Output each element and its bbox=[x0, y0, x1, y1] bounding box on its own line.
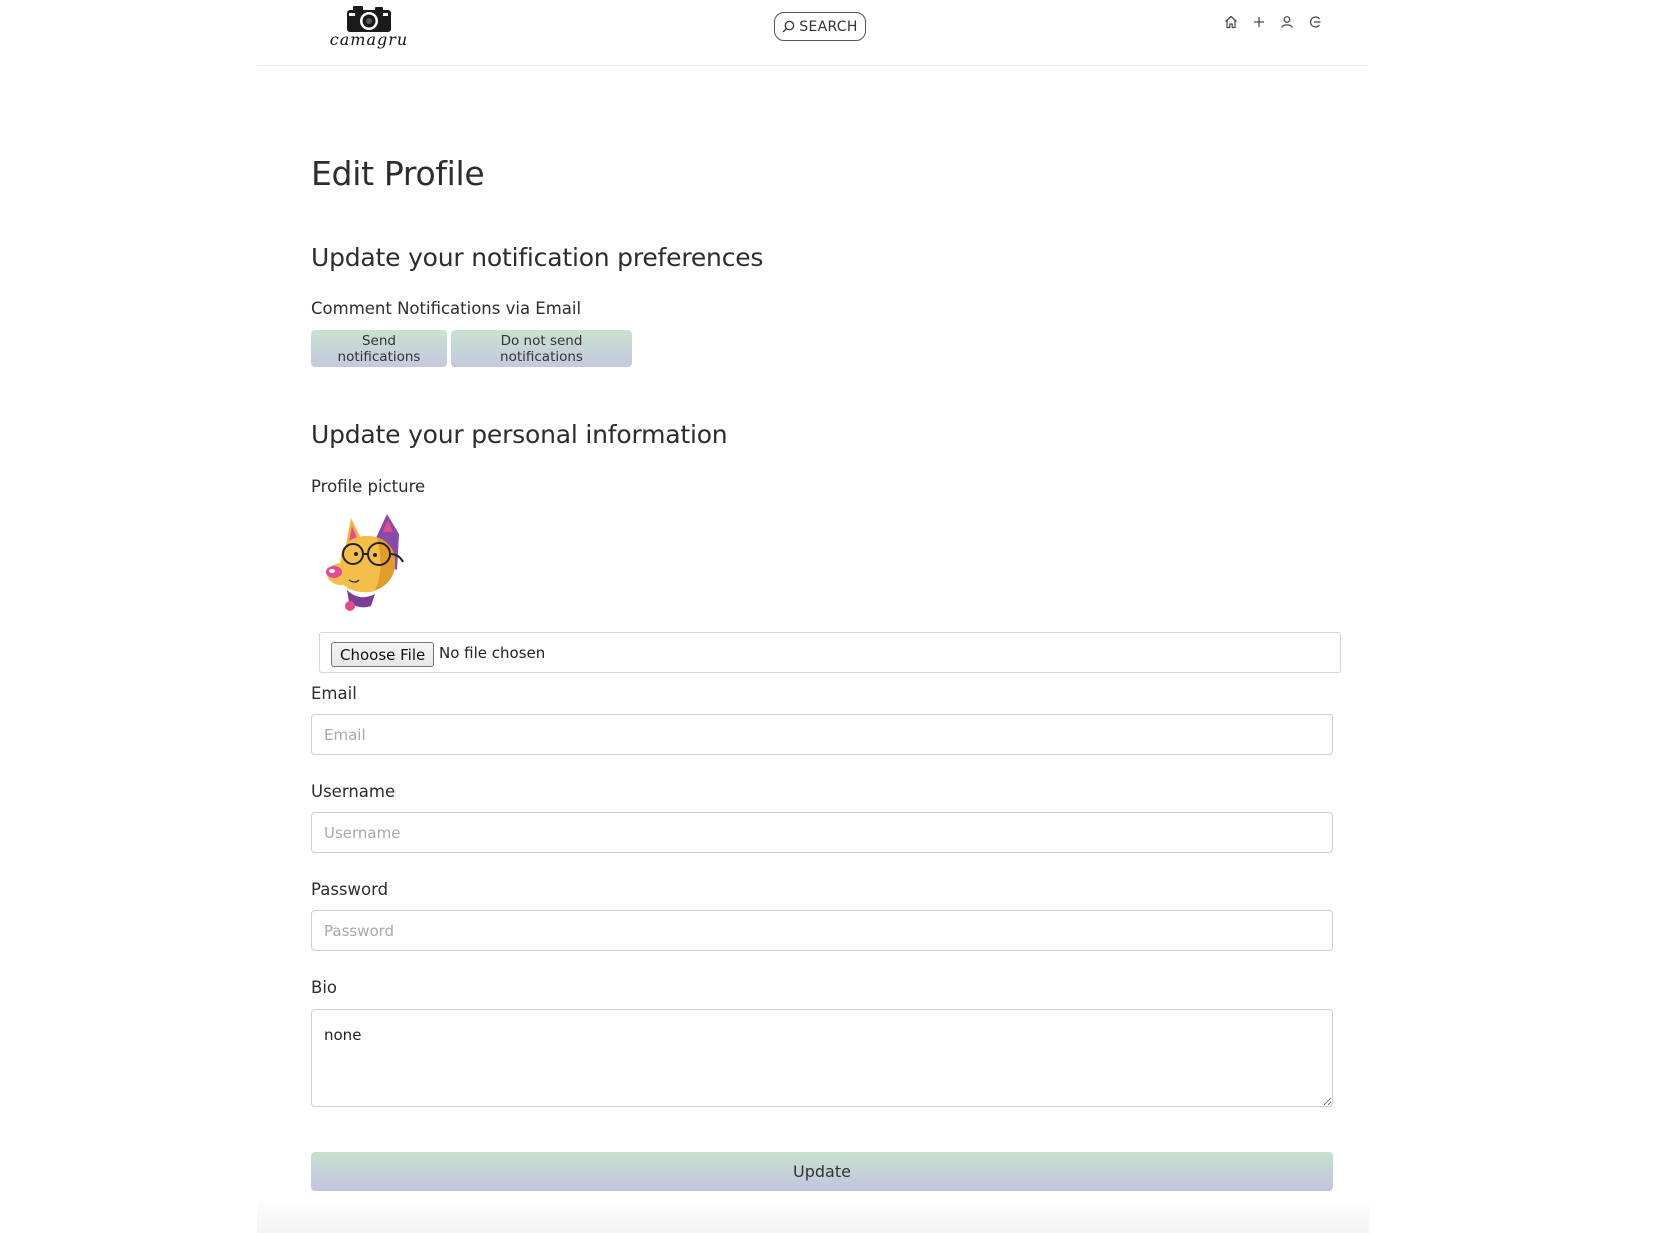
bio-label: Bio bbox=[311, 978, 337, 997]
plus-icon[interactable] bbox=[1251, 14, 1269, 32]
email-field[interactable] bbox=[311, 714, 1333, 755]
bio-field[interactable]: none bbox=[311, 1009, 1333, 1107]
choose-file-button[interactable]: Choose File bbox=[331, 642, 435, 667]
search-label: SEARCH bbox=[799, 18, 858, 35]
page-title: Edit Profile bbox=[311, 154, 485, 193]
profile-picture-file-input[interactable]: Choose File No file chosen bbox=[319, 632, 1341, 673]
search-icon bbox=[783, 20, 795, 33]
logo-text: camagru bbox=[329, 30, 409, 49]
username-field[interactable] bbox=[311, 812, 1333, 853]
personal-info-heading: Update your personal information bbox=[311, 420, 728, 449]
password-label: Password bbox=[311, 880, 389, 899]
notifications-heading: Update your notification preferences bbox=[311, 243, 764, 272]
notifications-label: Comment Notifications via Email bbox=[311, 299, 582, 318]
page: camagru SEARCH Edit Profile Update your … bbox=[257, 0, 1369, 1233]
logout-icon[interactable] bbox=[1307, 14, 1325, 32]
search-button[interactable]: SEARCH bbox=[774, 12, 866, 41]
username-label: Username bbox=[311, 782, 396, 801]
update-button[interactable]: Update bbox=[311, 1152, 1333, 1191]
navbar: camagru SEARCH bbox=[257, 0, 1369, 66]
email-label: Email bbox=[311, 684, 357, 703]
profile-picture-label: Profile picture bbox=[311, 477, 426, 496]
avatar bbox=[319, 510, 415, 614]
password-field[interactable] bbox=[311, 910, 1333, 951]
footer-shadow bbox=[257, 1196, 1369, 1233]
home-icon[interactable] bbox=[1223, 14, 1241, 32]
user-icon[interactable] bbox=[1279, 14, 1297, 32]
do-not-send-notifications-button[interactable]: Do not send notifications bbox=[451, 330, 632, 367]
logo[interactable]: camagru bbox=[327, 2, 411, 64]
file-status: No file chosen bbox=[439, 644, 546, 662]
send-notifications-button[interactable]: Send notifications bbox=[311, 330, 447, 367]
